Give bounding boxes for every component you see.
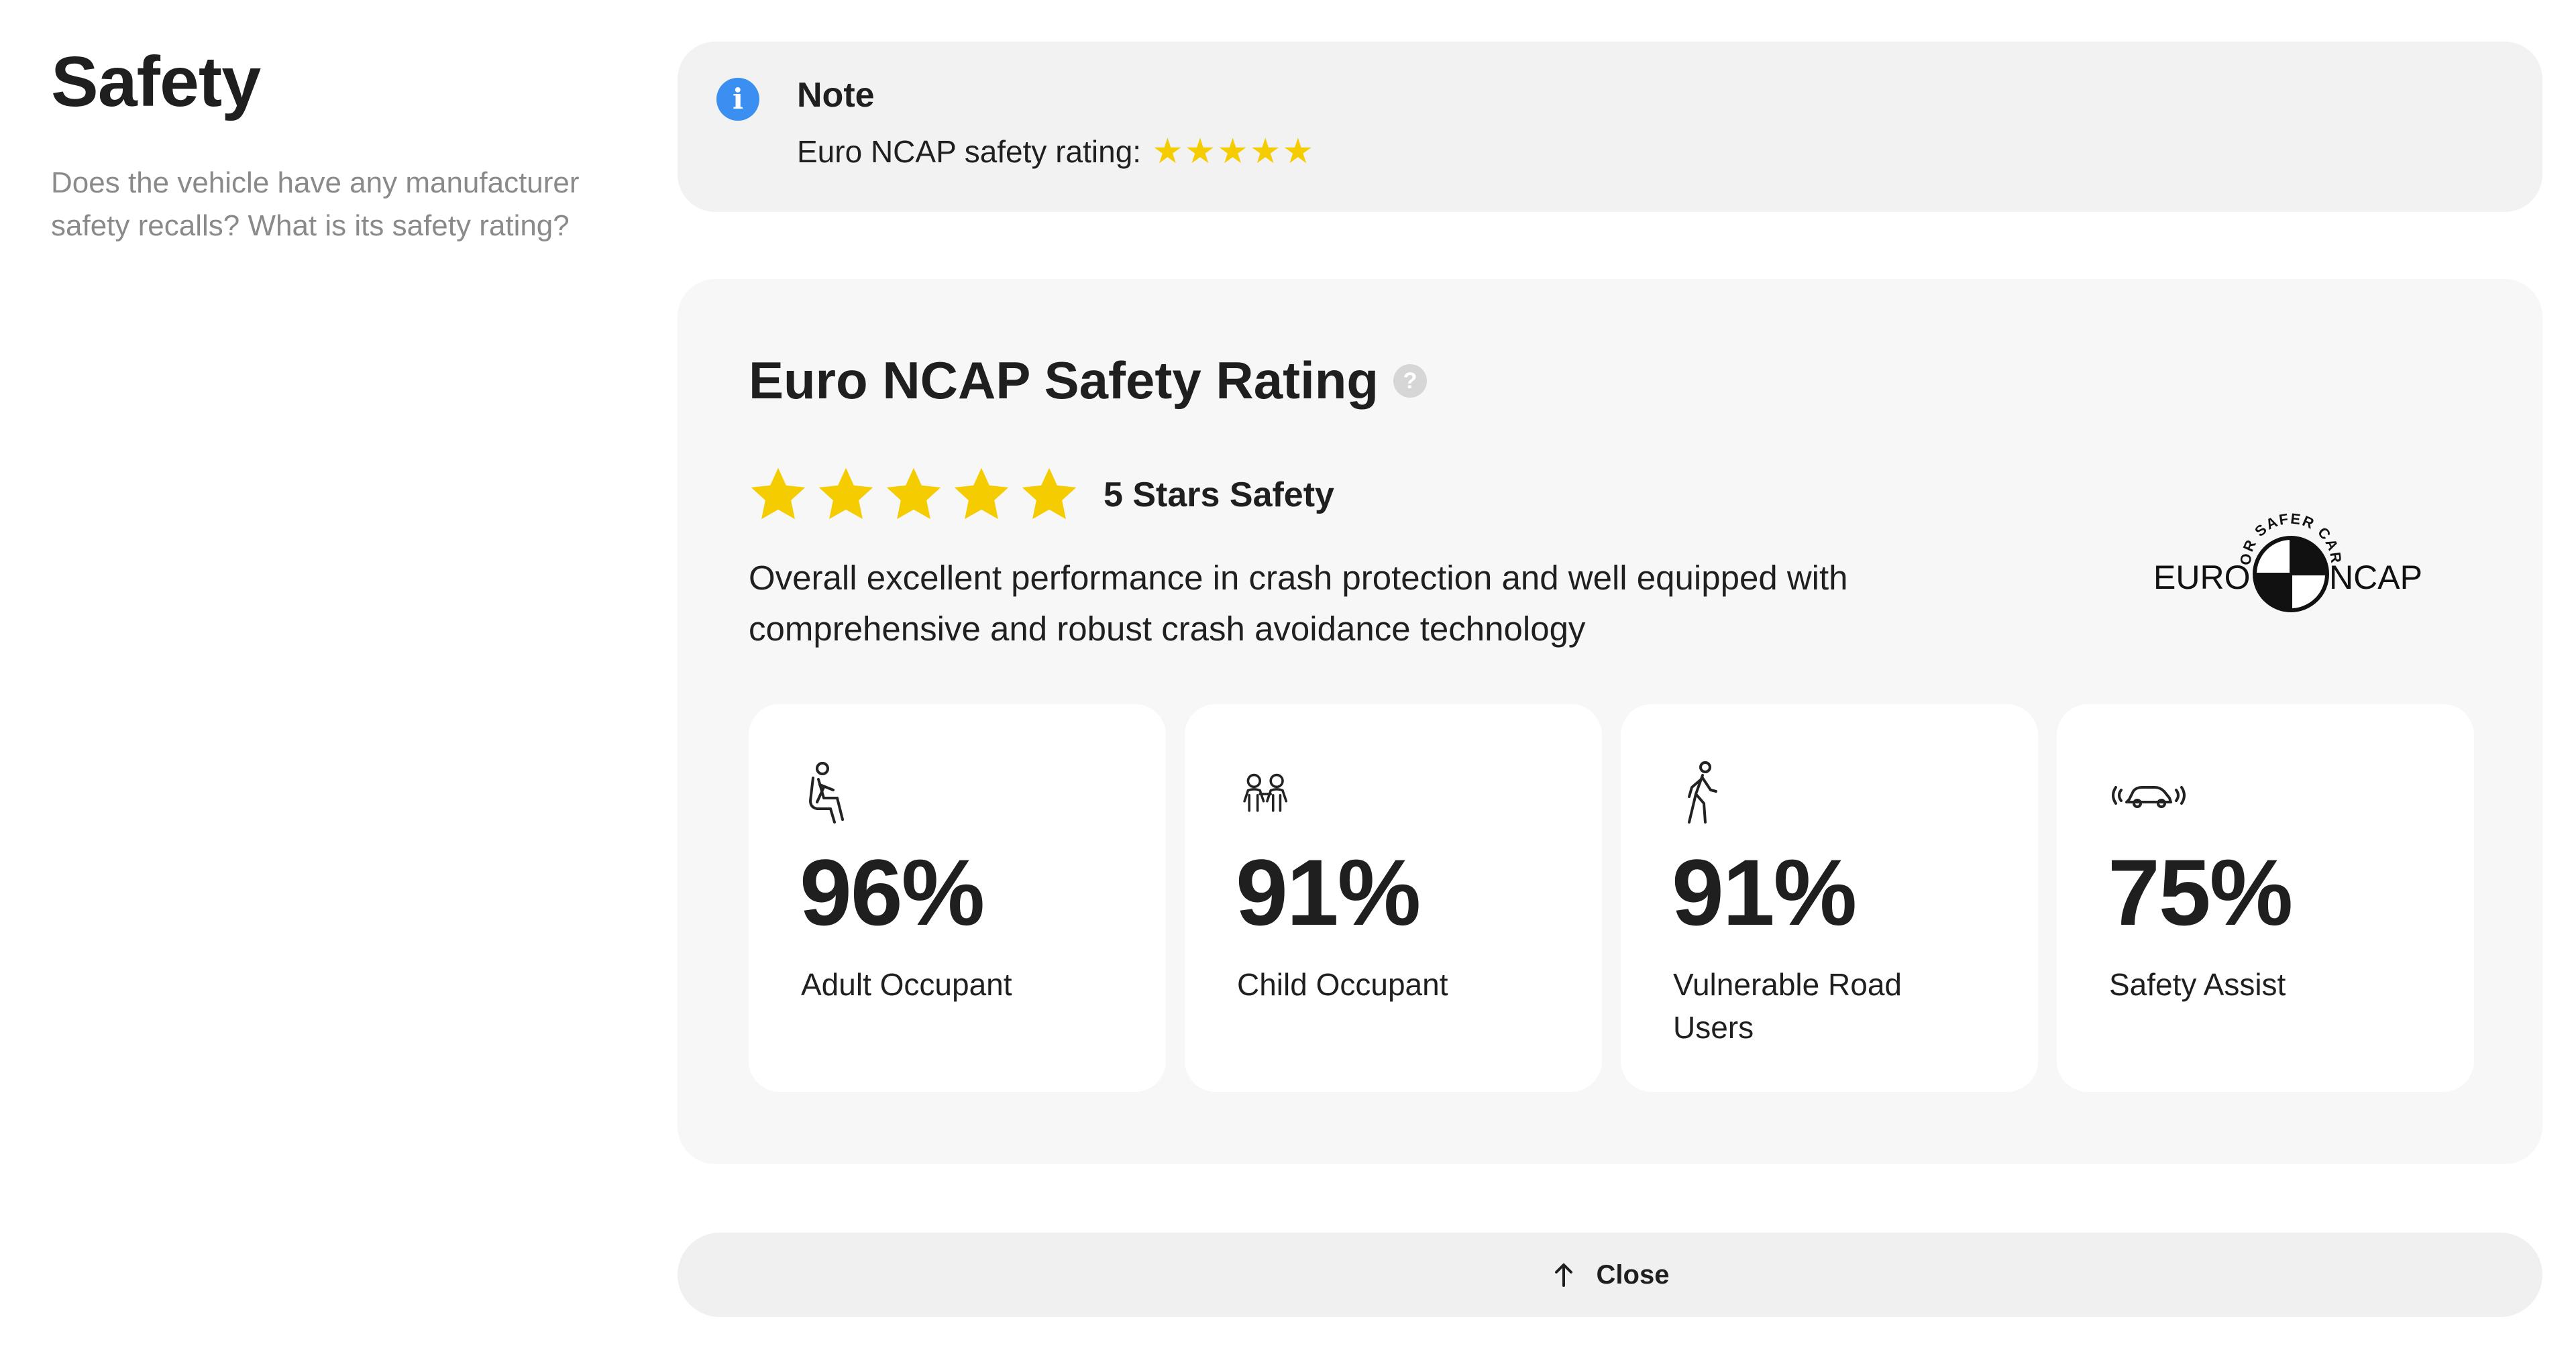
stat-cards: 96% Adult Occupant 91% Child Occupant 91… [749,704,2474,1092]
stat-card-vulnerable-road-users: 91% Vulnerable Road Users [1621,704,2038,1092]
section-header: Safety Does the vehicle have any manufac… [51,43,588,247]
stat-value: 91% [1672,840,1857,945]
stat-label: Vulnerable Road Users [1673,967,1902,1045]
star-icon [954,467,1009,520]
star-icon [886,467,941,520]
rating-title: Euro NCAP Safety Rating [749,351,1379,410]
child-occupant-icon [1243,773,1288,812]
rating-description: Overall excellent performance in crash p… [749,559,1848,648]
car-sensor-icon [2112,786,2186,808]
stat-value: 91% [1236,840,1421,945]
star-icon [751,467,806,520]
help-icon[interactable]: ? [1393,363,1428,398]
stat-label: Safety Assist [2109,967,2286,1002]
info-icon: i [716,78,759,121]
note-card: i Note Euro NCAP safety rating: ★★★★★ [678,42,2542,212]
star-icon [1022,467,1077,520]
stat-value: 75% [2108,840,2293,945]
note-title: Note [797,76,875,115]
svg-text:EURO: EURO [2153,559,2250,596]
svg-text:NCAP: NCAP [2329,559,2422,596]
stars-row: 5 Stars Safety [747,464,1334,526]
star-rating [747,464,1086,526]
close-label: Close [1596,1259,1670,1290]
stars-label: 5 Stars Safety [1104,475,1334,514]
note-body: Euro NCAP safety rating: ★★★★★ [797,131,1315,172]
stat-card-safety-assist: 75% Safety Assist [2057,704,2474,1092]
safety-panel: Safety Does the vehicle have any manufac… [0,0,2576,1356]
adult-occupant-icon [809,762,844,824]
stat-label: Child Occupant [1237,967,1448,1002]
stat-label: Adult Occupant [801,967,1012,1002]
stat-card-adult-occupant: 96% Adult Occupant [749,704,1166,1092]
rating-title-row: Euro NCAP Safety Rating ? [749,350,1428,411]
pedestrian-icon [1688,761,1717,824]
note-stars: ★★★★★ [1152,131,1316,172]
stat-value: 96% [800,840,985,945]
stat-card-child-occupant: 91% Child Occupant [1185,704,1602,1092]
arrow-up-icon [1554,1263,1572,1287]
close-button[interactable]: Close [678,1233,2542,1317]
note-text: Euro NCAP safety rating: [797,134,1142,169]
star-icon [818,467,873,520]
rating-card: Euro NCAP Safety Rating ? 5 Stars Safety… [678,279,2542,1164]
section-title: Safety [51,42,261,121]
euro-ncap-logo: FOR SAFER CARS EURO NCAP [2153,500,2422,612]
section-description: Does the vehicle have any manufacturer s… [51,166,580,242]
